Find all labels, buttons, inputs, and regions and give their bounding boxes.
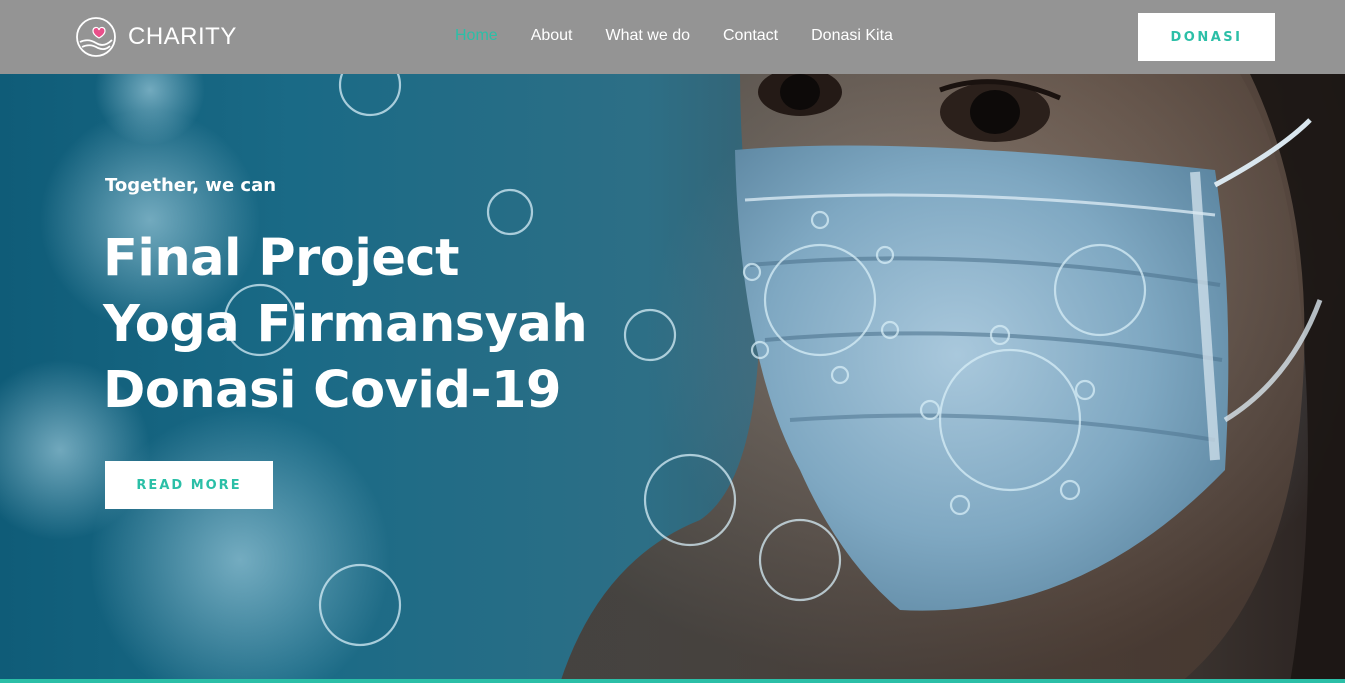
donasi-button[interactable]: DONASI (1138, 13, 1275, 61)
nav-contact[interactable]: Contact (723, 27, 778, 45)
brand-name: CHARITY (128, 23, 237, 50)
nav-about[interactable]: About (531, 27, 573, 45)
hero-title-line: Yoga Firmansyah (103, 295, 588, 354)
hero-tagline: Together, we can (105, 175, 277, 196)
navbar: CHARITY Home About What we do Contact Do… (0, 0, 1345, 74)
nav-donasi-kita[interactable]: Donasi Kita (811, 27, 893, 45)
brand-logo[interactable]: CHARITY (74, 16, 237, 58)
nav-home[interactable]: Home (455, 27, 498, 45)
accent-strip (0, 679, 1345, 683)
hero-title: Final Project Yoga Firmansyah Donasi Cov… (103, 226, 588, 424)
read-more-button[interactable]: READ MORE (105, 461, 273, 509)
hero-title-line: Donasi Covid-19 (103, 361, 562, 420)
nav-what-we-do[interactable]: What we do (606, 27, 690, 45)
hero-title-line: Final Project (103, 229, 460, 288)
hand-heart-icon (76, 17, 116, 57)
main-nav: Home About What we do Contact Donasi Kit… (455, 27, 926, 45)
